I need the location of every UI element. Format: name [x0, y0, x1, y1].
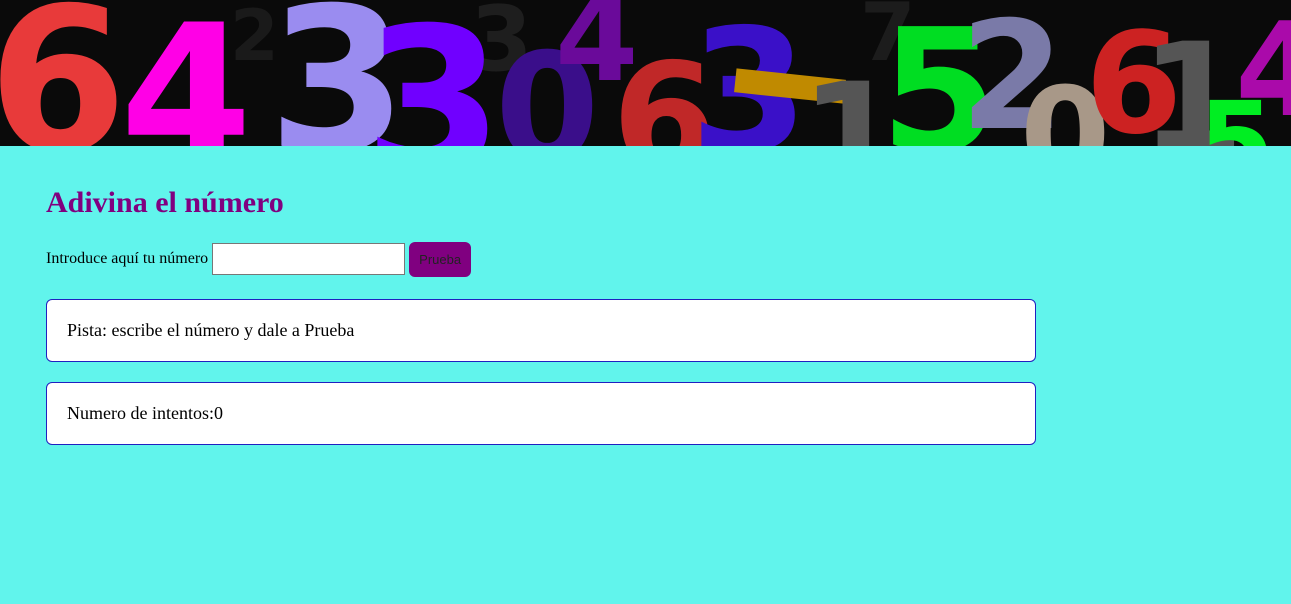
guess-form: Introduce aquí tu número Prueba [46, 240, 1036, 278]
attempts-count: 0 [213, 403, 223, 423]
page-title: Adivina el número [46, 186, 284, 219]
number-input-label: Introduce aquí tu número [46, 250, 209, 267]
svg-text:4: 4 [1235, 0, 1291, 146]
svg-text:3: 3 [364, 0, 503, 146]
prueba-button[interactable]: Prueba [409, 241, 472, 277]
svg-text:4: 4 [120, 0, 252, 146]
main-content: Adivina el número Introduce aquí tu núme… [46, 146, 1036, 445]
attempts-label: Numero de intentos: [67, 403, 214, 423]
number-input[interactable] [212, 243, 406, 275]
hint-box: Pista: escribe el número y dale a Prueba [46, 299, 1036, 362]
header-banner-image: 3 7 2 6 4 3 3 0 4 6 3 1 5 2 0 6 1 5 4 [0, 0, 1291, 146]
hint-text: Pista: escribe el número y dale a Prueba [67, 320, 355, 340]
svg-text:6: 6 [0, 0, 127, 146]
attempts-box: Numero de intentos: 0 [46, 382, 1036, 445]
